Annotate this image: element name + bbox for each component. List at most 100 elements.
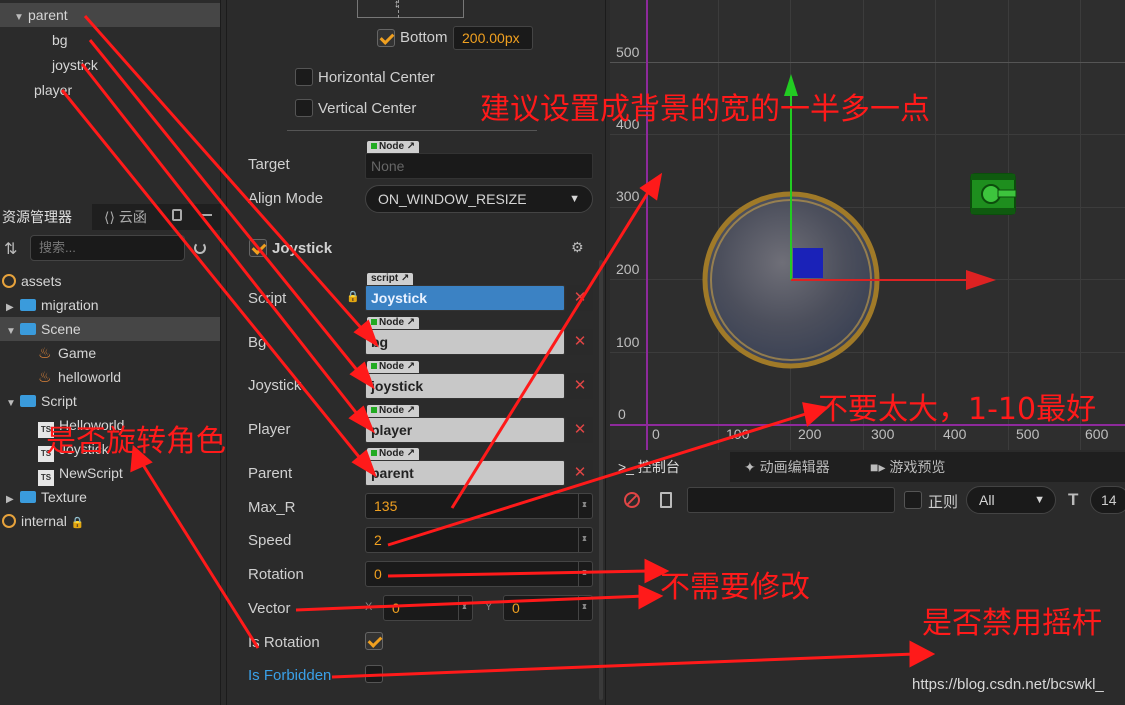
- annotation-is-rotation: 是否旋转角色: [46, 424, 226, 459]
- hierarchy-item-joystick[interactable]: joystick: [52, 53, 98, 77]
- clear-console-icon[interactable]: [624, 492, 640, 508]
- dropdown-arrow-icon: ▼: [1034, 494, 1045, 506]
- log-level-select[interactable]: All ▼: [966, 486, 1056, 514]
- console-filter-input[interactable]: [687, 487, 895, 513]
- inspector-scrollbar[interactable]: [599, 260, 603, 700]
- asset-item-migration[interactable]: ▶ migration: [0, 293, 220, 317]
- max-r-input[interactable]: 135: [365, 493, 593, 519]
- vector-y-input[interactable]: 0: [503, 595, 593, 621]
- menu-icon[interactable]: [200, 214, 212, 216]
- font-size-input[interactable]: 14: [1090, 486, 1125, 514]
- asset-item-newscript[interactable]: TS NewScript: [0, 461, 220, 486]
- asset-item-scene[interactable]: ▼ Scene: [0, 317, 220, 341]
- is-rotation-checkbox[interactable]: [365, 632, 383, 650]
- pin-icon[interactable]: [172, 209, 182, 221]
- joystick-label: Joystick: [248, 377, 302, 394]
- vertical-center-checkbox[interactable]: [295, 99, 313, 117]
- bg-field[interactable]: bg: [365, 329, 565, 355]
- database-icon: [2, 514, 16, 528]
- max-r-stepper[interactable]: [578, 493, 592, 518]
- widget-diagram: ↕: [357, 0, 464, 18]
- asset-item-script[interactable]: ▼ Script: [0, 389, 220, 413]
- tab-cloud[interactable]: ⟨⟩ 云函: [98, 204, 153, 230]
- bottom-checkbox[interactable]: [377, 29, 395, 47]
- cloud-link-icon: ⟨⟩: [104, 209, 115, 225]
- horizontal-center-label: Horizontal Center: [318, 69, 435, 86]
- divider: [287, 130, 537, 131]
- hierarchy-item-bg[interactable]: bg: [52, 28, 68, 52]
- font-size-icon: T: [1068, 490, 1079, 509]
- bg-label: Bg: [248, 334, 267, 351]
- joystick-clear-icon[interactable]: ✕: [567, 373, 593, 399]
- asset-item-game[interactable]: ♨ Game: [0, 341, 220, 365]
- search-input[interactable]: 搜索...: [30, 235, 185, 261]
- hierarchy-panel: ▼ parent bg joystick player: [0, 0, 221, 198]
- folder-icon: [20, 323, 36, 335]
- speed-input[interactable]: 2: [365, 527, 593, 553]
- rotation-label: Rotation: [248, 566, 304, 583]
- vector-x-stepper[interactable]: [458, 595, 472, 620]
- tank-icon: [970, 173, 1017, 215]
- lock-icon: 🔒: [70, 517, 85, 529]
- log-file-icon[interactable]: [660, 492, 672, 508]
- joystick-type-tag: Node ↗: [367, 361, 420, 373]
- refresh-icon[interactable]: [194, 242, 206, 254]
- vector-y-label: Y: [485, 601, 493, 613]
- player-clear-icon[interactable]: ✕: [567, 417, 593, 443]
- scene-view[interactable]: 500 400 300 200 100 0 0 100 200 300 400 …: [610, 0, 1125, 450]
- bg-type-tag: Node ↗: [367, 317, 420, 329]
- parent-field[interactable]: parent: [365, 460, 565, 486]
- target-field[interactable]: None: [365, 153, 593, 179]
- rotation-input[interactable]: 0: [365, 561, 593, 587]
- regex-label: 正则: [928, 494, 959, 511]
- expand-triangle-icon[interactable]: ▼: [14, 6, 28, 30]
- script-field[interactable]: Joystick: [365, 285, 565, 311]
- speed-stepper[interactable]: [578, 527, 592, 552]
- is-forbidden-checkbox[interactable]: [365, 665, 383, 683]
- asset-item-helloworld-scene[interactable]: ♨ helloworld: [0, 365, 220, 389]
- script-clear-icon[interactable]: ✕: [567, 285, 593, 311]
- x-gizmo-arrow: [966, 270, 996, 290]
- joystick-component-enable-checkbox[interactable]: [249, 239, 267, 257]
- regex-checkbox[interactable]: [904, 491, 922, 509]
- player-field[interactable]: player: [365, 417, 565, 443]
- rotation-stepper[interactable]: [578, 561, 592, 586]
- parent-type-tag: Node ↗: [367, 448, 420, 460]
- tab-animation-editor[interactable]: ✦ 动画编辑器: [744, 452, 830, 482]
- bottom-input[interactable]: 200.00px: [453, 26, 533, 50]
- animation-icon: ✦: [744, 459, 756, 475]
- annotation-max-r: 建议设置成背景的宽的一半多一点: [480, 92, 930, 127]
- gear-icon[interactable]: ⚙: [571, 239, 584, 256]
- hierarchy-item-player[interactable]: player: [34, 78, 72, 102]
- horizontal-center-checkbox[interactable]: [295, 68, 313, 86]
- is-forbidden-label: Is Forbidden: [248, 667, 332, 684]
- terminal-icon: >_: [618, 459, 634, 475]
- joystick-field[interactable]: joystick: [365, 373, 565, 399]
- max-r-label: Max_R: [248, 499, 296, 516]
- align-mode-select[interactable]: ON_WINDOW_RESIZE ▼: [365, 185, 593, 213]
- vector-x-input[interactable]: 0: [383, 595, 473, 621]
- tab-console[interactable]: >_ 控制台: [610, 452, 730, 482]
- bottom-label: Bottom: [400, 29, 448, 46]
- editor-window: ▼ parent bg joystick player 资源管理器 ⟨⟩ 云函 ⇅…: [0, 0, 1125, 705]
- asset-item-internal[interactable]: internal 🔒: [0, 509, 220, 533]
- folder-icon: [20, 395, 36, 407]
- asset-item-assets[interactable]: assets: [0, 269, 220, 293]
- vector-y-stepper[interactable]: [578, 595, 592, 620]
- hierarchy-item-parent[interactable]: ▼ parent: [0, 3, 220, 27]
- assets-tab-bar: 资源管理器 ⟨⟩ 云函: [0, 204, 221, 230]
- database-icon: [2, 274, 16, 288]
- sort-icon[interactable]: ⇅: [4, 239, 17, 259]
- annotation-no-change: 不需要修改: [660, 570, 810, 605]
- parent-label: Parent: [248, 465, 293, 482]
- component-title: Joystick: [272, 240, 333, 257]
- folder-icon: [20, 491, 36, 503]
- folder-icon: [20, 299, 36, 311]
- asset-item-texture[interactable]: ▶ Texture: [0, 485, 220, 509]
- tab-assets[interactable]: 资源管理器: [0, 204, 92, 230]
- lock-icon: 🔒: [346, 291, 360, 303]
- video-camera-icon: ■▸: [870, 459, 886, 475]
- tab-game-preview[interactable]: ■▸ 游戏预览: [870, 452, 945, 482]
- parent-clear-icon[interactable]: ✕: [567, 460, 593, 486]
- bg-clear-icon[interactable]: ✕: [567, 329, 593, 355]
